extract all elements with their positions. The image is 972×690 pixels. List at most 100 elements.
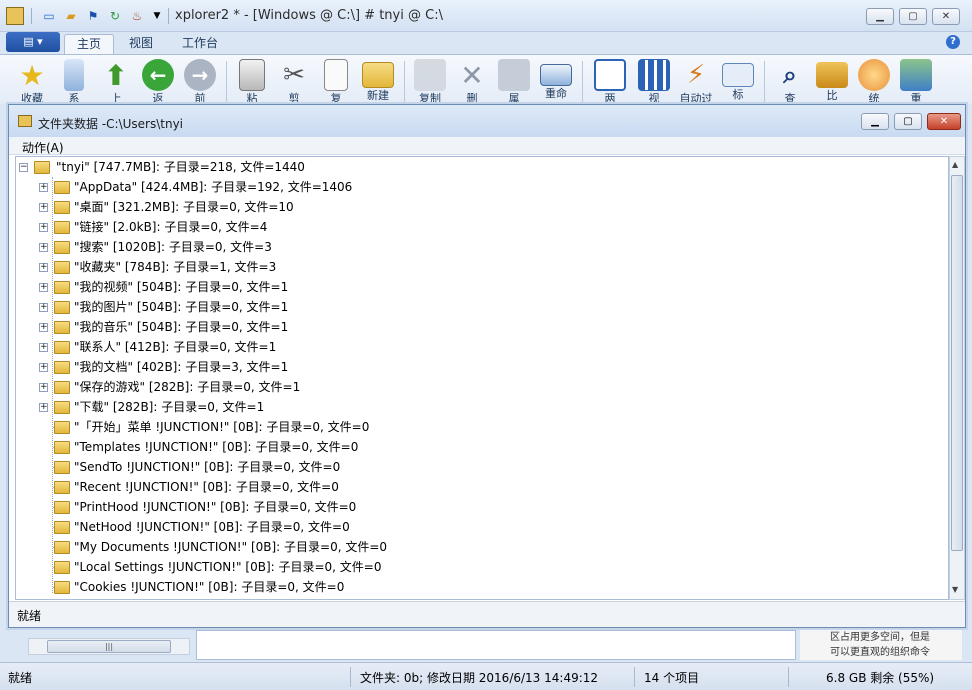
folder-icon xyxy=(54,281,70,294)
tree-item[interactable]: "AppData" [424.4MB]: 子目录=192, 文件=1406 xyxy=(74,177,352,197)
tree-item[interactable]: "链接" [2.0kB]: 子目录=0, 文件=4 xyxy=(74,217,267,237)
new-window-icon[interactable]: ▭ xyxy=(40,7,58,25)
up-button[interactable]: ⬆ 上 xyxy=(96,59,136,105)
separator xyxy=(350,667,351,687)
properties-button[interactable]: 属 xyxy=(494,59,534,105)
new-folder-button[interactable]: 新建 xyxy=(358,59,398,105)
expand-toggle[interactable]: + xyxy=(39,203,48,212)
tree-item[interactable]: "我的图片" [504B]: 子目录=0, 文件=1 xyxy=(74,297,288,317)
tree-item[interactable]: "搜索" [1020B]: 子目录=0, 文件=3 xyxy=(74,237,272,257)
paste-button[interactable]: 粘 xyxy=(232,59,272,105)
expand-toggle[interactable]: + xyxy=(39,323,48,332)
help-icon[interactable]: ? xyxy=(946,35,960,49)
separator xyxy=(168,8,169,24)
tree-item[interactable]: "Local Settings !JUNCTION!" [0B]: 子目录=0,… xyxy=(74,557,382,577)
customize-dropdown-icon[interactable]: ▼ xyxy=(148,7,166,25)
cut-button[interactable]: ✂ 剪 xyxy=(274,59,314,105)
refresh-icon[interactable]: ↻ xyxy=(106,7,124,25)
forward-button[interactable]: → 前 xyxy=(180,59,220,105)
tree-item[interactable]: "Cookies !JUNCTION!" [0B]: 子目录=0, 文件=0 xyxy=(74,577,344,597)
tree-item[interactable]: "收藏夹" [784B]: 子目录=1, 文件=3 xyxy=(74,257,276,277)
tree-item[interactable]: "Templates !JUNCTION!" [0B]: 子目录=0, 文件=0 xyxy=(74,437,358,457)
tree-item[interactable]: "SendTo !JUNCTION!" [0B]: 子目录=0, 文件=0 xyxy=(74,457,340,477)
tree-item[interactable]: "我的音乐" [504B]: 子目录=0, 文件=1 xyxy=(74,317,288,337)
collapse-toggle[interactable]: − xyxy=(19,163,28,172)
refresh-button[interactable]: 重 xyxy=(896,59,936,105)
folder-icon xyxy=(54,521,70,534)
copy-button[interactable]: 复 xyxy=(316,59,356,105)
tab-workbench[interactable]: 工作台 xyxy=(170,34,230,54)
tree-item[interactable]: "联系人" [412B]: 子目录=0, 文件=1 xyxy=(74,337,276,357)
tree-root[interactable]: "tnyi" [747.7MB]: 子目录=218, 文件=1440 xyxy=(56,157,305,177)
app-menu-button[interactable]: ▤ ▾ xyxy=(6,32,60,52)
properties-icon xyxy=(498,59,530,91)
expand-toggle[interactable]: + xyxy=(39,263,48,272)
copy-icon xyxy=(324,59,348,91)
tab-button[interactable]: 标 xyxy=(718,59,758,105)
dialog-minimize-button[interactable]: ▁ xyxy=(861,113,889,130)
scroll-up-icon[interactable]: ▲ xyxy=(952,160,958,169)
open-folder-icon[interactable]: ▰ xyxy=(62,7,80,25)
folder-data-dialog: 文件夹数据 -C:\Users\tnyi ▁ ▢ ✕ 动作(A) − "tnyi… xyxy=(8,104,966,628)
tree-item[interactable]: "NetHood !JUNCTION!" [0B]: 子目录=0, 文件=0 xyxy=(74,517,350,537)
folder-icon xyxy=(54,541,70,554)
tree-item[interactable]: "我的文档" [402B]: 子目录=3, 文件=1 xyxy=(74,357,288,377)
up-arrow-icon: ⬆ xyxy=(100,59,132,91)
expand-toggle[interactable]: + xyxy=(39,383,48,392)
expand-toggle[interactable]: + xyxy=(39,183,48,192)
find-button[interactable]: ⌕ 查 xyxy=(770,59,810,105)
recycle-button[interactable]: 系 xyxy=(54,59,94,105)
expand-toggle[interactable]: + xyxy=(39,223,48,232)
separator xyxy=(226,61,227,103)
copy-to-icon xyxy=(414,59,446,91)
tree-item[interactable]: "我的视频" [504B]: 子目录=0, 文件=1 xyxy=(74,277,288,297)
tree-item[interactable]: "PrintHood !JUNCTION!" [0B]: 子目录=0, 文件=0 xyxy=(74,497,356,517)
tree-item[interactable]: "保存的游戏" [282B]: 子目录=0, 文件=1 xyxy=(74,377,300,397)
view-button[interactable]: 视 xyxy=(634,59,674,105)
compare-button[interactable]: 比 xyxy=(812,59,852,105)
tree-item[interactable]: "「开始」菜单 !JUNCTION!" [0B]: 子目录=0, 文件=0 xyxy=(74,417,369,437)
close-button[interactable]: ✕ xyxy=(932,8,960,25)
scroll-thumb[interactable]: ||| xyxy=(47,640,171,653)
dialog-menu-bar: 动作(A) xyxy=(9,137,965,155)
tab-home[interactable]: 主页 xyxy=(64,34,114,54)
dialog-maximize-button[interactable]: ▢ xyxy=(894,113,922,130)
tree-item[interactable]: "My Documents !JUNCTION!" [0B]: 子目录=0, 文… xyxy=(74,537,387,557)
expand-toggle[interactable]: + xyxy=(39,243,48,252)
separator xyxy=(634,667,635,687)
expand-toggle[interactable]: + xyxy=(39,303,48,312)
menu-action[interactable]: 动作(A) xyxy=(22,139,64,156)
copy-to-button[interactable]: 复制 xyxy=(410,59,450,105)
back-button[interactable]: ← 返 xyxy=(138,59,178,105)
expand-toggle[interactable]: + xyxy=(39,363,48,372)
app-icon[interactable] xyxy=(6,7,24,25)
dual-pane-button[interactable]: 两 xyxy=(590,59,630,105)
scroll-thumb[interactable] xyxy=(951,175,963,551)
stats-icon xyxy=(858,59,890,91)
maximize-button[interactable]: ▢ xyxy=(899,8,927,25)
folder-tree[interactable]: − "tnyi" [747.7MB]: 子目录=218, 文件=1440 + "A… xyxy=(15,156,949,600)
scroll-down-icon[interactable]: ▼ xyxy=(952,585,958,594)
auto-filter-button[interactable]: ⚡ 自动过 xyxy=(676,59,716,105)
horizontal-scrollbar[interactable]: ||| xyxy=(28,638,190,655)
view-icon xyxy=(638,59,670,91)
delete-button[interactable]: ✕ 删 xyxy=(452,59,492,105)
vertical-scrollbar[interactable]: ▲ ▼ xyxy=(949,156,965,600)
minimize-button[interactable]: ▁ xyxy=(866,8,894,25)
expand-toggle[interactable]: + xyxy=(39,403,48,412)
tree-item[interactable]: "下载" [282B]: 子目录=0, 文件=1 xyxy=(74,397,264,417)
flag-icon[interactable]: ⚑ xyxy=(84,7,102,25)
tree-item[interactable]: "Recent !JUNCTION!" [0B]: 子目录=0, 文件=0 xyxy=(74,477,339,497)
dialog-close-button[interactable]: ✕ xyxy=(927,113,961,130)
dialog-title-bar: 文件夹数据 -C:\Users\tnyi ▁ ▢ ✕ xyxy=(9,105,965,137)
stats-button[interactable]: 统 xyxy=(854,59,894,105)
expand-toggle[interactable]: + xyxy=(39,283,48,292)
find-icon: ⌕ xyxy=(774,59,806,91)
expand-toggle[interactable]: + xyxy=(39,343,48,352)
favorites-button[interactable]: ★ 收藏 xyxy=(12,59,52,105)
tool-icon[interactable]: ♨ xyxy=(128,7,146,25)
preview-pane[interactable] xyxy=(196,630,796,660)
tab-view[interactable]: 视图 xyxy=(117,34,165,54)
tree-item[interactable]: "桌面" [321.2MB]: 子目录=0, 文件=10 xyxy=(74,197,294,217)
rename-button[interactable]: 重命 xyxy=(536,59,576,105)
